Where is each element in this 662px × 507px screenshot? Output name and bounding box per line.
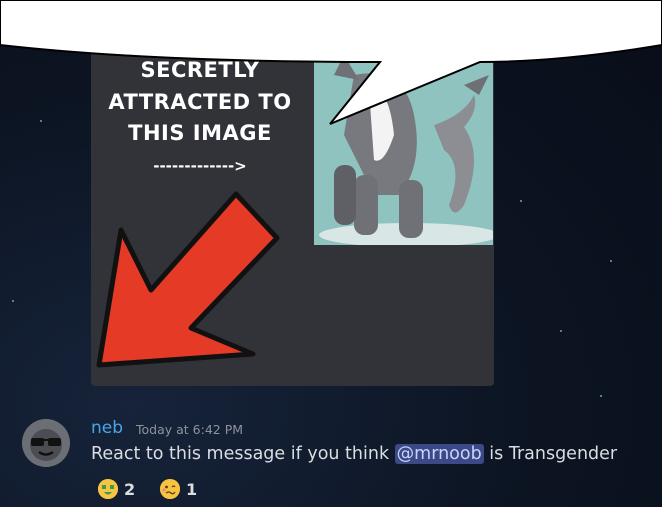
- timestamp: Today at 6:42 PM: [136, 422, 244, 437]
- money-mouth-face-icon: [98, 479, 118, 499]
- meme-caption-arrow: ------------->: [153, 157, 247, 175]
- message-text: is Transgender: [483, 444, 618, 464]
- star: [610, 260, 612, 262]
- star: [12, 300, 14, 302]
- red-arrow-icon: [96, 191, 280, 368]
- user-mention[interactable]: @mrnoob: [394, 444, 484, 464]
- woozy-face-icon: [160, 479, 180, 499]
- username[interactable]: neb: [91, 418, 123, 438]
- reaction-woozy[interactable]: 1: [160, 478, 197, 500]
- reaction-count: 1: [186, 479, 198, 499]
- star: [520, 200, 522, 202]
- star: [560, 330, 562, 332]
- star: [600, 395, 602, 397]
- message-text: React to this message if you think: [91, 444, 395, 464]
- reaction-count: 2: [124, 479, 136, 499]
- reaction-money-mouth[interactable]: 2: [98, 478, 135, 500]
- speech-bubble-overlay: [0, 0, 662, 125]
- message-content: React to this message if you think @mrno…: [91, 444, 617, 464]
- avatar[interactable]: [22, 419, 70, 467]
